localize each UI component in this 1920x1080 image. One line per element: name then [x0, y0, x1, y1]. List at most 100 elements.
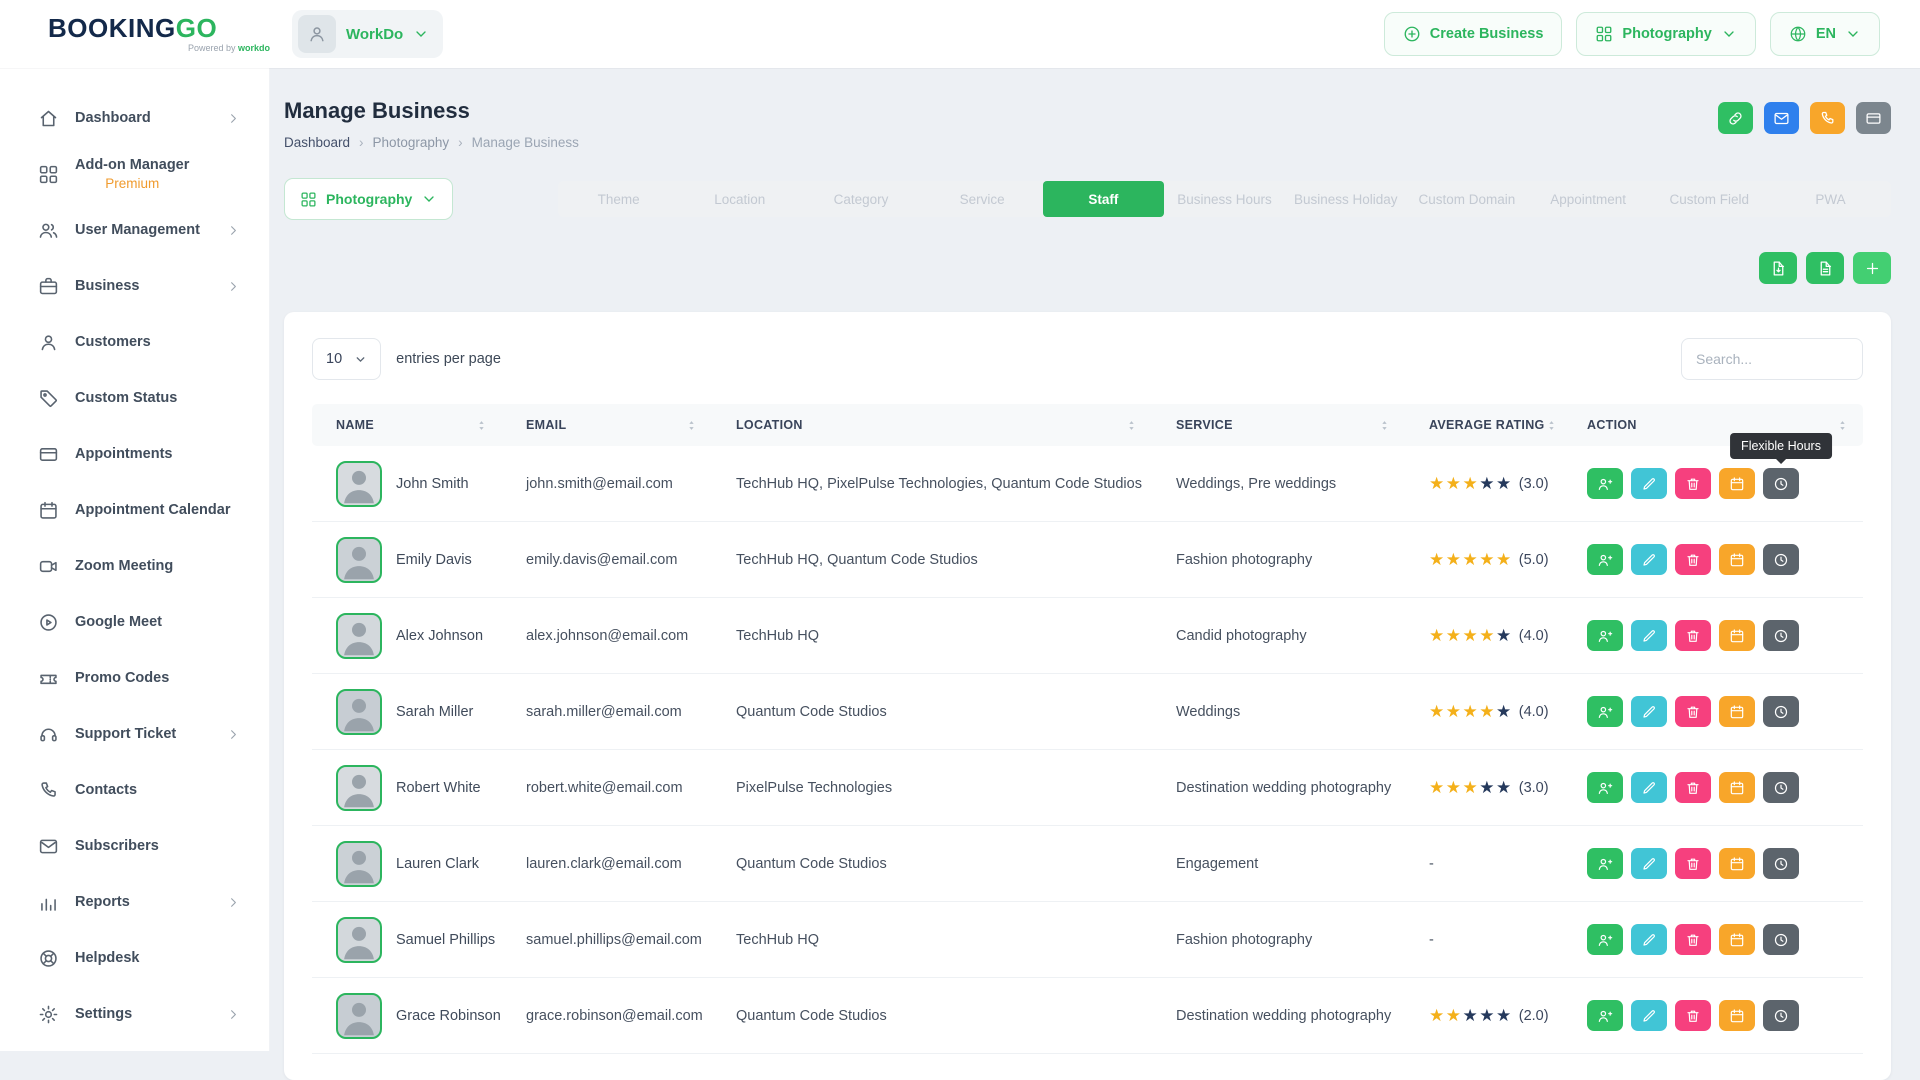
appointment-button[interactable] [1719, 620, 1755, 651]
assign-user-button[interactable] [1587, 772, 1623, 803]
link-button[interactable] [1718, 102, 1753, 134]
delete-button[interactable] [1675, 1000, 1711, 1031]
tab-category[interactable]: Category [800, 181, 921, 217]
column-header-location[interactable]: LOCATION [712, 418, 1152, 432]
flexible-hours-button[interactable] [1763, 544, 1799, 575]
flexible-hours-button[interactable] [1763, 696, 1799, 727]
appointment-button[interactable] [1719, 848, 1755, 879]
breadcrumb-dashboard[interactable]: Dashboard [284, 135, 350, 150]
sidebar-item-support-ticket[interactable]: Support Ticket [0, 706, 269, 762]
assign-user-button[interactable] [1587, 620, 1623, 651]
edit-button[interactable] [1631, 772, 1667, 803]
assign-user-button[interactable] [1587, 1000, 1623, 1031]
appointment-button[interactable] [1719, 924, 1755, 955]
flexible-hours-button[interactable] [1763, 772, 1799, 803]
flexible-hours-button[interactable] [1763, 924, 1799, 955]
tab-business-hours[interactable]: Business Hours [1164, 181, 1285, 217]
delete-button[interactable] [1675, 544, 1711, 575]
star-icon: ★ [1496, 626, 1513, 645]
entries-per-page-select[interactable]: 10 [312, 338, 381, 380]
edit-button[interactable] [1631, 544, 1667, 575]
sidebar-item-promo-codes[interactable]: Promo Codes [0, 650, 269, 706]
edit-button[interactable] [1631, 1000, 1667, 1031]
delete-button[interactable] [1675, 468, 1711, 499]
delete-button[interactable] [1675, 924, 1711, 955]
staff-email: john.smith@email.com [502, 476, 712, 492]
export-doc-button[interactable] [1806, 252, 1844, 284]
assign-user-button[interactable] [1587, 468, 1623, 499]
sidebar-item-appointments[interactable]: Appointments [0, 426, 269, 482]
tab-custom-domain[interactable]: Custom Domain [1406, 181, 1527, 217]
tab-staff[interactable]: Staff [1043, 181, 1164, 217]
assign-user-button[interactable] [1587, 544, 1623, 575]
appointment-button[interactable] [1719, 696, 1755, 727]
sidebar-item-settings[interactable]: Settings [0, 986, 269, 1042]
flexible-hours-button[interactable] [1763, 848, 1799, 879]
appointment-button[interactable] [1719, 468, 1755, 499]
column-header-average-rating[interactable]: AVERAGE RATING [1405, 418, 1563, 432]
sidebar-item-google-meet[interactable]: Google Meet [0, 594, 269, 650]
delete-button[interactable] [1675, 696, 1711, 727]
edit-button[interactable] [1631, 468, 1667, 499]
chevron-down-icon [421, 191, 437, 207]
business-filter-dropdown[interactable]: Photography [284, 178, 453, 220]
flexible-hours-button[interactable] [1763, 620, 1799, 651]
delete-button[interactable] [1675, 772, 1711, 803]
sidebar-item-subscribers[interactable]: Subscribers [0, 818, 269, 874]
column-header-action[interactable]: ACTION [1563, 418, 1863, 432]
sidebar-item-zoom-meeting[interactable]: Zoom Meeting [0, 538, 269, 594]
assign-user-button[interactable] [1587, 696, 1623, 727]
column-header-service[interactable]: SERVICE [1152, 418, 1405, 432]
flexible-hours-button[interactable] [1763, 1000, 1799, 1031]
tab-pwa[interactable]: PWA [1770, 181, 1891, 217]
sidebar-item-label: Promo Codes [75, 670, 169, 686]
phone-button[interactable] [1810, 102, 1845, 134]
business-switcher-dropdown[interactable]: Photography [1576, 12, 1755, 56]
workspace-switcher[interactable]: WorkDo [292, 10, 443, 58]
sidebar-item-reports[interactable]: Reports [0, 874, 269, 930]
sidebar-item-contacts[interactable]: Contacts [0, 762, 269, 818]
breadcrumb-photography[interactable]: Photography [373, 135, 450, 150]
create-business-button[interactable]: Create Business [1384, 12, 1563, 56]
edit-button[interactable] [1631, 620, 1667, 651]
star-icon: ★ [1429, 1006, 1446, 1025]
sidebar-item-customers[interactable]: Customers [0, 314, 269, 370]
appointment-button[interactable] [1719, 772, 1755, 803]
tab-custom-field[interactable]: Custom Field [1649, 181, 1770, 217]
app-logo[interactable]: BOOKINGGO Powered by workdo [48, 15, 270, 53]
column-header-email[interactable]: EMAIL [502, 418, 712, 432]
tab-service[interactable]: Service [922, 181, 1043, 217]
tab-theme[interactable]: Theme [558, 181, 679, 217]
assign-user-button[interactable] [1587, 924, 1623, 955]
tab-appointment[interactable]: Appointment [1528, 181, 1649, 217]
assign-user-button[interactable] [1587, 848, 1623, 879]
language-dropdown[interactable]: EN [1770, 12, 1880, 56]
breadcrumb-separator [359, 135, 364, 150]
delete-button[interactable] [1675, 848, 1711, 879]
appointment-button[interactable] [1719, 1000, 1755, 1031]
search-input[interactable] [1681, 338, 1863, 380]
appointment-button[interactable] [1719, 544, 1755, 575]
tab-business-holiday[interactable]: Business Holiday [1285, 181, 1406, 217]
sidebar-item-custom-status[interactable]: Custom Status [0, 370, 269, 426]
payment-button[interactable] [1856, 102, 1891, 134]
star-icon: ★ [1429, 626, 1446, 645]
export-file-button[interactable] [1759, 252, 1797, 284]
mail-icon [1773, 110, 1790, 127]
flexible-hours-button[interactable]: Flexible Hours [1763, 468, 1799, 499]
mail-button[interactable] [1764, 102, 1799, 134]
tab-location[interactable]: Location [679, 181, 800, 217]
sidebar-item-business[interactable]: Business [0, 258, 269, 314]
add-staff-button[interactable] [1853, 252, 1891, 284]
sidebar-item-add-on-manager[interactable]: Add-on ManagerPremium [0, 146, 269, 202]
edit-button[interactable] [1631, 924, 1667, 955]
column-header-name[interactable]: NAME [312, 418, 502, 432]
sidebar-item-dashboard[interactable]: Dashboard [0, 90, 269, 146]
sidebar-item-helpdesk[interactable]: Helpdesk [0, 930, 269, 986]
edit-button[interactable] [1631, 696, 1667, 727]
sidebar-item-appointment-calendar[interactable]: Appointment Calendar [0, 482, 269, 538]
delete-button[interactable] [1675, 620, 1711, 651]
edit-button[interactable] [1631, 848, 1667, 879]
sidebar-item-user-management[interactable]: User Management [0, 202, 269, 258]
home-icon [38, 108, 59, 129]
